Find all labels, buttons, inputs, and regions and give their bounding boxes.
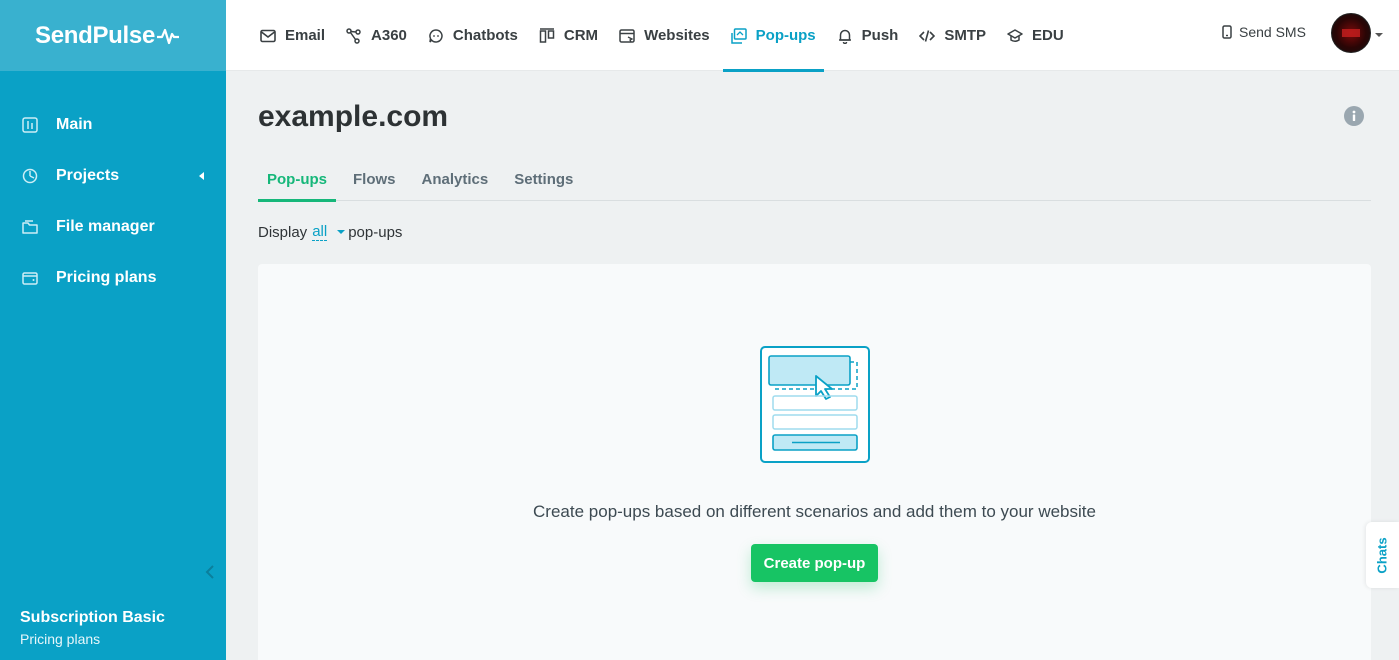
topnav-chatbots[interactable]: Chatbots [428,0,518,71]
sidebar-item-label: Projects [56,166,120,184]
phone-icon [1222,25,1232,39]
top-bar: Email A360 Chatbots CRM Websites Pop-ups… [226,0,1399,72]
topnav-push[interactable]: Push [837,0,899,71]
kanban-icon [539,27,555,44]
topnav-websites[interactable]: Websites [619,0,710,71]
sidebar-item-main[interactable]: Main [0,99,226,150]
sidebar: SendPulse Main Projects File manager Pri… [0,0,226,660]
topnav-label: SMTP [944,27,987,44]
expand-caret-icon[interactable] [199,171,204,180]
pricing-plans-link[interactable]: Pricing plans [20,631,165,647]
topnav-label: CRM [563,27,599,44]
topnav-edu[interactable]: EDU [1007,0,1064,71]
sidebar-item-projects[interactable]: Projects [0,150,226,201]
code-icon [919,28,936,44]
avatar-image [1342,29,1360,37]
send-sms-button[interactable]: Send SMS [1222,0,1306,64]
create-popup-button[interactable]: Create pop-up [751,544,878,582]
sidebar-item-file-manager[interactable]: File manager [0,201,226,252]
filter-caret-icon[interactable] [337,230,346,234]
chevron-left-icon [205,565,214,579]
chats-widget-tab[interactable]: Chats [1366,522,1399,588]
folder-icon [22,219,38,235]
topnav-label: Chatbots [452,27,518,44]
sidebar-item-label: Main [56,115,93,133]
wallet-icon [22,270,38,286]
collapse-sidebar-button[interactable] [200,562,220,582]
topnav-label: EDU [1032,27,1064,44]
topnav-email[interactable]: Email [260,0,325,71]
chat-icon [428,28,444,44]
display-filter: Display all pop-ups [258,223,402,241]
dashboard-icon [22,116,38,133]
topnav-smtp[interactable]: SMTP [919,0,986,71]
logo[interactable]: SendPulse [35,21,180,50]
empty-state-card: Create pop-ups based on different scenar… [258,264,1371,660]
tab-popups[interactable]: Pop-ups [258,157,336,202]
logo-bar: SendPulse [0,0,226,71]
tab-settings[interactable]: Settings [505,157,582,201]
nodes-icon [346,27,362,44]
tab-flows[interactable]: Flows [344,157,405,201]
page-title: example.com [258,100,449,133]
account-menu-caret-icon[interactable] [1375,33,1383,37]
sidebar-item-label: File manager [56,217,155,235]
popup-icon [730,27,747,44]
browser-icon [619,28,635,44]
filter-value: all [312,223,328,240]
logo-text: SendPulse [35,21,156,49]
sidebar-nav: Main Projects File manager Pricing plans [0,99,226,303]
topnav-label: Email [285,27,326,44]
page-tabs: Pop-ups Flows Analytics Settings [258,157,1371,202]
chats-label: Chats [1375,536,1390,574]
sidebar-item-label: Pricing plans [56,268,157,286]
graduation-cap-icon [1007,28,1023,44]
topnav-label: Push [861,27,899,44]
product-nav: Email A360 Chatbots CRM Websites Pop-ups… [260,0,1085,72]
topnav-crm[interactable]: CRM [539,0,598,71]
pulse-icon [157,28,180,44]
info-icon[interactable] [1344,106,1364,126]
topnav-a360[interactable]: A360 [346,0,407,71]
subscription-title: Subscription Basic [20,609,165,626]
tab-analytics[interactable]: Analytics [413,157,498,201]
subscription-block: Subscription Basic Pricing plans [20,609,165,647]
topnav-label: Websites [644,27,710,44]
sidebar-item-pricing-plans[interactable]: Pricing plans [0,252,226,303]
avatar[interactable] [1331,13,1371,53]
envelope-icon [260,28,276,44]
topnav-popups[interactable]: Pop-ups [722,0,824,72]
topnav-label: Pop-ups [755,27,816,44]
filter-suffix: pop-ups [348,223,403,241]
filter-dropdown[interactable]: all [312,223,328,241]
empty-state-text: Create pop-ups based on different scenar… [533,502,1096,521]
projects-icon [22,168,38,184]
popup-illustration-icon [760,346,870,469]
filter-prefix: Display [258,223,308,241]
send-sms-label: Send SMS [1239,24,1306,40]
topnav-label: A360 [371,27,407,44]
bell-icon [837,28,853,44]
